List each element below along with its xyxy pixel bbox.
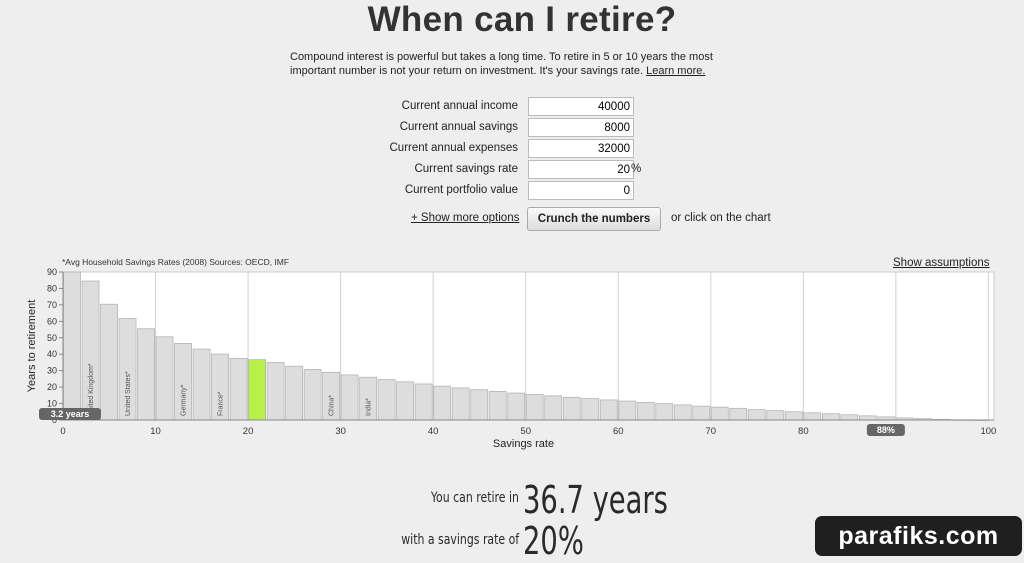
years-marker-label: 3.2 years (51, 409, 90, 419)
portfolio-row: Current portfolio value (300, 181, 680, 201)
bar[interactable] (433, 385, 452, 421)
expenses-row: Current annual expenses (300, 139, 680, 159)
country-label: Germany* (181, 384, 188, 416)
crunch-numbers-button[interactable]: Crunch the numbers (527, 207, 661, 231)
savings-rate-row: Current savings rate % (300, 160, 680, 180)
bar[interactable] (396, 381, 415, 421)
y-tick-label: 20 (47, 382, 57, 392)
savings-row: Current annual savings (300, 118, 680, 138)
portfolio-input[interactable] (528, 181, 634, 200)
savings-rate-input[interactable] (528, 160, 634, 179)
bar[interactable] (63, 271, 81, 421)
page-title: When can I retire? (367, 0, 677, 39)
savings-label: Current annual savings (399, 121, 518, 133)
rate-marker-label: 88% (877, 425, 895, 435)
retire-years-value: 36.7 years (523, 478, 668, 522)
bar[interactable] (155, 336, 174, 421)
savings-input[interactable] (528, 118, 634, 137)
income-row: Current annual income (300, 97, 680, 117)
bar[interactable] (692, 405, 711, 421)
bar[interactable] (507, 392, 526, 421)
retire-prefix: You can retire in (430, 490, 519, 506)
bar[interactable] (285, 365, 304, 421)
bar[interactable] (544, 395, 563, 421)
x-axis-title: Savings rate (493, 438, 554, 450)
rate-prefix: with a savings rate of (401, 532, 519, 548)
bar[interactable] (821, 413, 840, 421)
expenses-label: Current annual expenses (389, 142, 519, 154)
bar-highlighted[interactable] (248, 359, 266, 421)
x-tick-label: 100 (980, 426, 996, 437)
bar[interactable] (470, 389, 489, 421)
country-label: India* (366, 398, 373, 416)
bar[interactable] (414, 383, 433, 421)
bar[interactable] (451, 387, 470, 421)
bar[interactable] (840, 414, 859, 421)
bar[interactable] (488, 390, 507, 421)
x-tick-label: 70 (706, 426, 717, 437)
country-label: China* (329, 395, 336, 416)
x-tick-label: 50 (520, 426, 531, 437)
bar[interactable] (562, 396, 581, 421)
x-tick-label: 80 (798, 426, 809, 437)
x-tick-label: 0 (60, 426, 65, 437)
y-tick-label: 50 (47, 333, 57, 343)
show-more-options-link[interactable]: + Show more options (411, 212, 519, 224)
bar[interactable] (636, 402, 655, 421)
bar[interactable] (655, 403, 674, 421)
bar[interactable] (303, 369, 322, 421)
watermark-logo: parafiks.com (815, 516, 1022, 556)
x-tick-label: 20 (243, 426, 254, 437)
y-tick-label: 90 (47, 267, 57, 277)
percent-unit: % (631, 163, 642, 175)
bar[interactable] (766, 410, 785, 421)
y-tick-label: 60 (47, 316, 57, 326)
portfolio-label: Current portfolio value (404, 184, 518, 196)
x-tick-label: 60 (613, 426, 624, 437)
bar[interactable] (581, 398, 600, 421)
income-label: Current annual income (401, 100, 518, 112)
click-chart-hint: or click on the chart (671, 212, 771, 224)
bar[interactable] (100, 303, 118, 421)
bar[interactable] (340, 374, 359, 421)
y-tick-label: 30 (47, 366, 57, 376)
expenses-input[interactable] (528, 139, 634, 158)
country-label: United States* (125, 371, 132, 416)
bar[interactable] (803, 412, 822, 421)
x-tick-label: 10 (150, 426, 161, 437)
y-axis-title: Years to retirement (26, 300, 38, 393)
bar[interactable] (599, 399, 618, 421)
country-label: France* (218, 391, 225, 416)
bar[interactable] (747, 409, 766, 421)
y-tick-label: 80 (47, 283, 57, 293)
bar[interactable] (377, 379, 396, 421)
bar[interactable] (858, 415, 877, 421)
retirement-chart[interactable]: United Kingdom* United States* Germany* Fra… (0, 262, 1024, 457)
bar[interactable] (137, 328, 155, 421)
x-tick-label: 30 (335, 426, 346, 437)
income-input[interactable] (528, 97, 634, 116)
bar[interactable] (229, 357, 248, 421)
y-tick-label: 10 (47, 399, 57, 409)
bar[interactable] (729, 407, 748, 421)
bar[interactable] (192, 348, 211, 421)
rate-value: 20% (523, 519, 584, 563)
bar[interactable] (710, 406, 729, 421)
bar[interactable] (525, 394, 544, 421)
bar[interactable] (266, 362, 285, 421)
bar[interactable] (618, 400, 637, 421)
bar[interactable] (784, 411, 803, 421)
bar[interactable] (673, 404, 692, 421)
y-tick-label: 40 (47, 349, 57, 359)
x-tick-label: 40 (428, 426, 439, 437)
intro-text: Compound interest is powerful but takes … (290, 50, 740, 78)
savings-rate-label: Current savings rate (414, 163, 518, 175)
learn-more-link[interactable]: Learn more. (646, 65, 705, 77)
y-tick-label: 70 (47, 300, 57, 310)
